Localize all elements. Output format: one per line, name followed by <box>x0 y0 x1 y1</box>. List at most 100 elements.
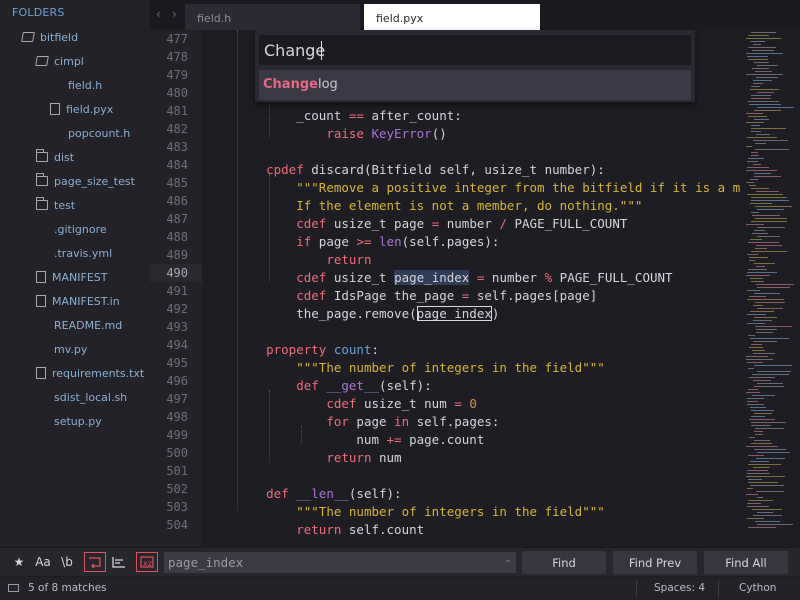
line-number: 480 <box>166 86 188 100</box>
tab-label: field.pyx <box>376 12 424 25</box>
indentation-setting[interactable]: Spaces: 4 <box>654 582 705 594</box>
minimap[interactable] <box>740 30 800 547</box>
sidebar-item[interactable]: MANIFEST.in <box>36 290 120 312</box>
minimap-line <box>748 335 755 336</box>
divider <box>636 580 637 597</box>
palette-input[interactable] <box>259 35 691 65</box>
sidebar-item[interactable]: dist <box>36 146 74 168</box>
minimap-line <box>756 266 765 267</box>
minimap-line <box>757 524 793 525</box>
line-number: 497 <box>166 392 188 406</box>
minimap-line <box>749 437 755 438</box>
regex-toggle[interactable]: ★ <box>8 552 30 572</box>
line-number: 491 <box>166 284 188 298</box>
code-line: def __len__(self): <box>266 486 402 501</box>
in-selection-toggle[interactable] <box>108 552 130 572</box>
minimap-line <box>752 509 782 510</box>
minimap-line <box>754 431 763 432</box>
minimap-line <box>749 419 775 420</box>
sidebar-item[interactable]: .travis.yml <box>36 242 112 264</box>
line-number: 477 <box>166 32 188 46</box>
sidebar-item[interactable]: test <box>36 194 75 216</box>
minimap-line <box>748 269 767 270</box>
minimap-line <box>751 344 762 345</box>
minimap-line <box>747 290 760 291</box>
tab-field-pyx[interactable]: field.pyx <box>364 4 540 30</box>
wrap-toggle[interactable] <box>84 552 106 572</box>
minimap-line <box>757 383 783 384</box>
sidebar-item[interactable]: MANIFEST <box>36 266 107 288</box>
line-number: 479 <box>166 68 188 82</box>
minimap-line <box>747 503 761 504</box>
minimap-line <box>747 161 758 162</box>
sidebar-item-label: MANIFEST.in <box>52 294 120 308</box>
highlight-matches-toggle[interactable]: xz <box>136 552 158 572</box>
minimap-line <box>757 92 774 93</box>
minimap-line <box>756 332 773 333</box>
minimap-line <box>753 467 770 468</box>
minimap-line <box>746 446 778 447</box>
chevron-down-icon[interactable]: ⌄ <box>504 555 512 565</box>
minimap-line <box>746 275 770 276</box>
sidebar-item[interactable]: README.md <box>36 314 122 336</box>
code-editor[interactable]: 477 478 479 480 481 482 483 484 485 486 487 488 489 4… <box>150 30 740 547</box>
sidebar-item[interactable]: setup.py <box>36 410 102 432</box>
chevron-left-icon[interactable]: ‹ <box>156 7 161 21</box>
text-caret <box>321 41 322 60</box>
sidebar-item[interactable]: .gitignore <box>36 218 107 240</box>
find-panel: ★ Aa \b xz ⌄ Find Find Prev Find All <box>0 547 800 576</box>
minimap-line <box>757 371 791 372</box>
sidebar-item-label: popcount.h <box>68 126 131 140</box>
line-number: 482 <box>166 122 188 136</box>
find-button[interactable]: Find <box>522 551 606 574</box>
minimap-line <box>750 41 765 42</box>
minimap-line <box>746 74 783 75</box>
panel-toggle-icon[interactable] <box>8 584 19 592</box>
line-number: 486 <box>166 194 188 208</box>
find-prev-button[interactable]: Find Prev <box>613 551 697 574</box>
minimap-line <box>747 323 765 324</box>
whole-word-toggle[interactable]: \b <box>56 552 78 572</box>
minimap-line <box>752 50 774 51</box>
star-icon: ★ <box>13 555 25 569</box>
minimap-line <box>754 293 780 294</box>
minimap-line <box>748 527 776 528</box>
sidebar-item[interactable]: field.pyx <box>50 98 113 120</box>
line-number: 481 <box>166 104 188 118</box>
wrap-icon <box>89 557 101 568</box>
find-input[interactable] <box>164 552 516 573</box>
tab-label: field.h <box>197 12 232 25</box>
minimap-line <box>747 506 769 507</box>
code-line: for page in self.pages: <box>326 414 500 429</box>
code-line: cdef usize_t num = 0 <box>326 396 477 411</box>
chevron-right-icon[interactable]: › <box>172 7 177 21</box>
sidebar-item-label: .travis.yml <box>54 246 113 260</box>
minimap-line <box>748 242 779 243</box>
sidebar-item[interactable]: bitfield <box>21 26 78 48</box>
sidebar-item[interactable]: popcount.h <box>50 122 130 144</box>
sidebar-item[interactable]: cimpl <box>35 50 84 72</box>
status-bar: 5 of 8 matches Spaces: 4 Cython <box>0 577 800 600</box>
sidebar-item[interactable]: page_size_test <box>36 170 135 192</box>
tab-field-h[interactable]: field.h <box>185 4 360 30</box>
minimap-line <box>751 131 761 132</box>
sidebar-item[interactable]: sdist_local.sh <box>36 386 127 408</box>
sidebar-item[interactable]: requirements.txt <box>36 362 144 384</box>
minimap-line <box>755 302 785 303</box>
minimap-line <box>756 77 778 78</box>
sidebar-item[interactable]: field.h <box>50 74 102 96</box>
syntax-selector[interactable]: Cython <box>739 582 776 594</box>
palette-result-item[interactable]: Changelog <box>259 70 691 100</box>
minimap-line <box>752 68 769 69</box>
sidebar-item-label: field.h <box>68 78 103 92</box>
case-sensitive-toggle[interactable]: Aa <box>32 552 54 572</box>
minimap-line <box>748 500 773 501</box>
sidebar-item[interactable]: mv.py <box>36 338 87 360</box>
minimap-line <box>755 71 772 72</box>
line-number: 504 <box>166 518 188 532</box>
minimap-line <box>746 53 783 54</box>
minimap-line <box>749 257 768 258</box>
minimap-line <box>746 359 773 360</box>
find-all-button[interactable]: Find All <box>704 551 788 574</box>
minimap-line <box>746 38 781 39</box>
